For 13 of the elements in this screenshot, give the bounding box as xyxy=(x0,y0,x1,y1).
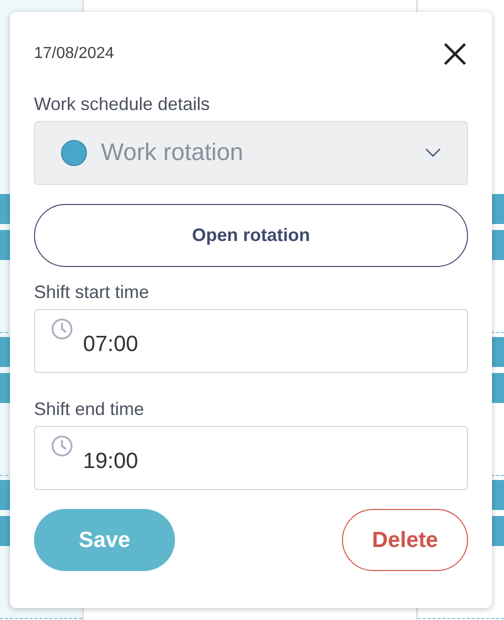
date-text: 17/08/2024 xyxy=(34,45,114,63)
clock-icon xyxy=(51,435,73,457)
field-label: Shift end time xyxy=(34,399,146,420)
delete-button[interactable]: Delete xyxy=(342,509,468,571)
time-field[interactable]: 07:00 xyxy=(34,309,468,373)
chevron-down-icon xyxy=(425,148,441,158)
field-label: Shift start time xyxy=(34,282,150,303)
close-icon xyxy=(442,41,468,67)
open-rotation-button[interactable]: Open rotation xyxy=(34,204,468,267)
close-button[interactable] xyxy=(442,41,468,67)
time-field[interactable]: 19:00 xyxy=(34,426,468,490)
field-label: Work schedule details xyxy=(34,94,211,115)
clock-icon xyxy=(51,318,73,340)
